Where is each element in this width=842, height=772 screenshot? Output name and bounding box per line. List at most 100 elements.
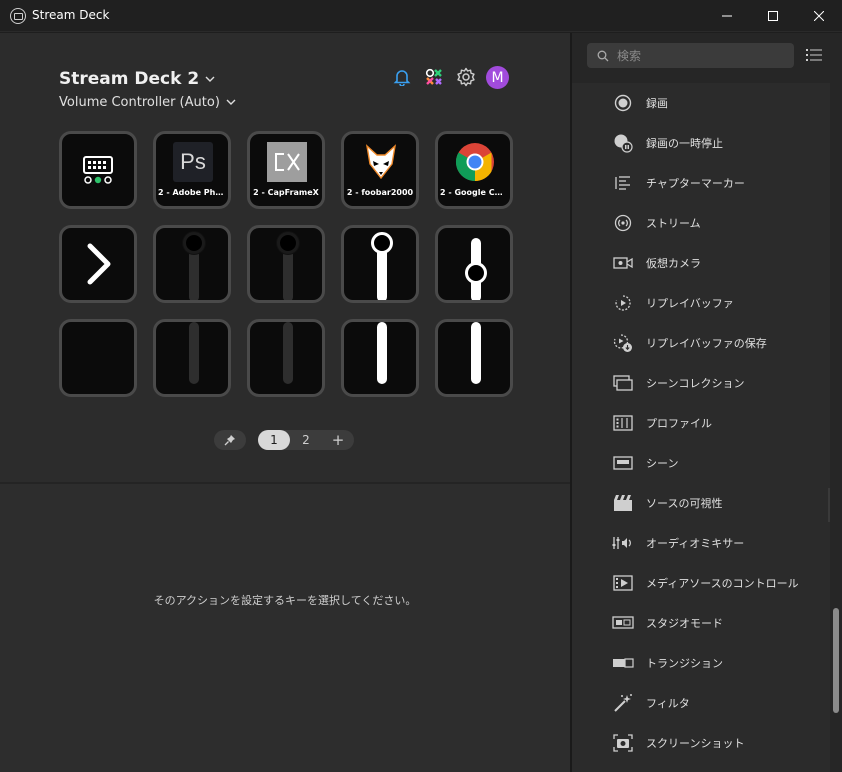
page-1-tab[interactable]: 1 (258, 430, 290, 450)
action-label: スクリーンショット (646, 737, 745, 750)
pin-icon (224, 435, 235, 446)
action-item[interactable]: プロファイル (612, 403, 712, 443)
action-item[interactable]: チャプターマーカー (612, 163, 745, 203)
action-item[interactable]: シーンコレクション (612, 363, 744, 403)
key-label: 2 - Adobe Photo... (158, 188, 226, 197)
slider-knob (371, 232, 393, 254)
key-volume-slider[interactable] (341, 225, 419, 303)
page-tabs: 1 2 + (258, 430, 354, 450)
pin-button[interactable] (214, 430, 246, 450)
virtual-camera-icon (612, 252, 634, 274)
action-item[interactable]: フィルタ (612, 683, 690, 723)
add-page-button[interactable]: + (322, 430, 354, 450)
action-label: メディアソースのコントロール (646, 577, 799, 590)
profile-selector[interactable]: Volume Controller (Auto) (59, 95, 236, 110)
scrollbar[interactable] (830, 83, 842, 772)
title-bar: Stream Deck (0, 0, 842, 32)
action-label: 仮想カメラ (646, 257, 701, 270)
key-volume-slider[interactable] (435, 319, 513, 397)
key-volume-slider[interactable] (247, 319, 325, 397)
action-label: フィルタ (646, 697, 690, 710)
marketplace-icon[interactable] (423, 66, 445, 88)
key-capframex[interactable]: 2 - CapFrameX (247, 131, 325, 209)
action-label: ストリーム (646, 217, 701, 230)
bell-icon[interactable] (391, 66, 413, 88)
action-item[interactable]: スタジオモード (612, 603, 723, 643)
action-label: シーン (646, 457, 679, 470)
key-label: 2 - Google Chro... (440, 188, 508, 197)
action-item[interactable]: 録画の一時停止 (612, 123, 723, 163)
key-foobar2000[interactable]: 2 - foobar2000 (341, 131, 419, 209)
slider-knob (465, 262, 487, 284)
chevron-down-icon (205, 76, 215, 82)
minimize-button[interactable] (704, 0, 750, 32)
action-item[interactable]: スクリーンショット (612, 723, 744, 763)
action-list: 録画 録画の一時停止 チャプターマーカー ストリーム 仮想カメラ リプレイバッフ… (572, 83, 830, 772)
profile-icon (612, 412, 634, 434)
key-label: 2 - CapFrameX (253, 188, 319, 197)
avatar[interactable]: M (486, 66, 509, 89)
action-label: プロファイル (646, 417, 712, 430)
studio-mode-icon (612, 612, 634, 634)
chevron-down-icon (226, 99, 236, 105)
editor-panel: Stream Deck 2 Volume Controller (Auto) M (0, 33, 570, 772)
key-label: 2 - foobar2000 (346, 188, 414, 197)
action-item[interactable]: メディアソースのコントロール (612, 563, 799, 603)
transition-icon (612, 652, 634, 674)
gear-icon[interactable] (455, 66, 477, 88)
action-item[interactable]: トランジション (612, 643, 723, 683)
key-volume-slider[interactable] (153, 225, 231, 303)
action-label: リプレイバッファ (646, 297, 734, 310)
key-empty[interactable] (59, 319, 137, 397)
split-divider[interactable] (0, 482, 570, 484)
slider-knob (183, 232, 205, 254)
key-grid: Ps 2 - Adobe Photo... 2 - CapFrameX (59, 131, 513, 397)
actions-sidebar: 録画 録画の一時停止 チャプターマーカー ストリーム 仮想カメラ リプレイバッフ… (572, 33, 842, 772)
search-input[interactable] (617, 48, 777, 63)
key-volume-slider[interactable] (247, 225, 325, 303)
filter-icon (612, 692, 634, 714)
action-item[interactable]: リプレイバッファの保存 (612, 323, 767, 363)
replay-buffer-icon (612, 292, 634, 314)
key-next-page[interactable] (59, 225, 137, 303)
key-photoshop[interactable]: Ps 2 - Adobe Photo... (153, 131, 231, 209)
key-volume-slider[interactable] (153, 319, 231, 397)
pause-record-icon (612, 132, 634, 154)
app-logo-icon (10, 8, 26, 24)
slider-track (283, 322, 293, 384)
action-item[interactable]: 録画 (612, 83, 668, 123)
profile-name: Volume Controller (Auto) (59, 95, 220, 110)
close-button[interactable] (796, 0, 842, 32)
action-item[interactable]: リプレイバッファ (612, 283, 734, 323)
page-2-tab[interactable]: 2 (290, 430, 322, 450)
photoshop-icon: Ps (173, 142, 213, 182)
screenshot-icon (612, 732, 634, 754)
record-icon (612, 92, 634, 114)
page-navigator: 1 2 + (214, 430, 354, 450)
search-box[interactable] (587, 43, 794, 68)
device-selector[interactable]: Stream Deck 2 (59, 69, 215, 89)
capframex-icon (267, 142, 307, 182)
window-title: Stream Deck (32, 8, 110, 22)
media-control-icon (612, 572, 634, 594)
key-volume-slider[interactable] (435, 225, 513, 303)
action-label: シーンコレクション (646, 377, 745, 390)
maximize-button[interactable] (750, 0, 796, 32)
chapter-marker-icon (612, 172, 634, 194)
slider-track (377, 322, 387, 384)
action-item[interactable]: オーディオミキサー (612, 523, 744, 563)
action-label: チャプターマーカー (646, 177, 745, 190)
stream-icon (612, 212, 634, 234)
action-item[interactable]: ソースの可視性 (612, 483, 722, 523)
list-view-icon[interactable] (806, 47, 824, 65)
key-google-chrome[interactable]: 2 - Google Chro... (435, 131, 513, 209)
key-volume-slider[interactable] (341, 319, 419, 397)
slider-knob (277, 232, 299, 254)
action-item[interactable]: ストリーム (612, 203, 701, 243)
key-folder[interactable] (59, 131, 137, 209)
action-item[interactable]: シーン (612, 443, 678, 483)
action-item[interactable]: 仮想カメラ (612, 243, 701, 283)
stream-deck-device-icon (83, 156, 113, 184)
chrome-icon (455, 142, 495, 182)
scrollbar-thumb[interactable] (833, 608, 839, 713)
